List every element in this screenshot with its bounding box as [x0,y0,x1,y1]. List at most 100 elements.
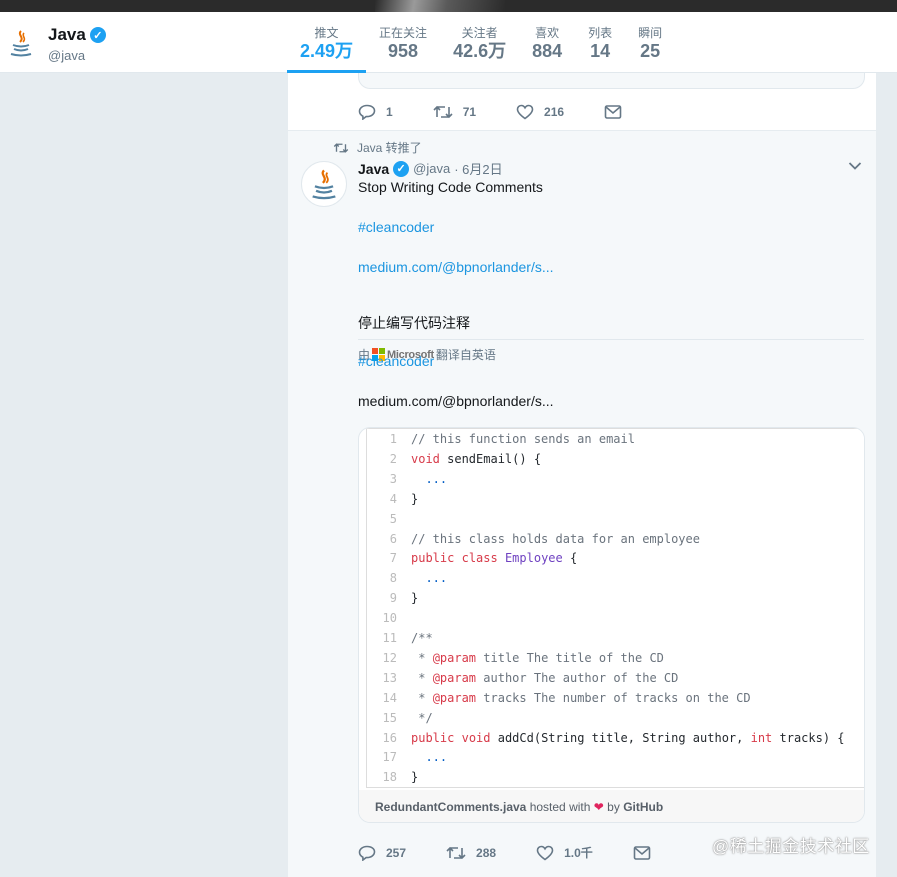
code-line: 14 * @param tracks The number of tracks … [367,688,751,708]
profile-name-text[interactable]: Java [48,25,86,45]
retweet-icon [433,105,453,119]
code-token: Employee [504,551,563,566]
stat-tweets[interactable]: 推文 2.49万 [287,12,367,73]
code-line: 13 * @param author The author of the CD [367,668,679,688]
code-token: title The title of the CD [476,650,664,665]
code-token: * [411,690,433,705]
reply-count: 1 [386,105,393,119]
line-number: 4 [389,491,397,506]
retweet-count: 288 [476,845,497,860]
line-number: 2 [389,451,397,466]
gist-by-text: by [607,800,620,814]
code-line: 9} [367,588,418,608]
code-token: } [411,770,419,785]
code-token: tracks) { [772,730,845,745]
code-token: */ [411,710,433,725]
tweet-actions: 257 288 1.0千 [358,844,701,861]
retweet-count: 71 [462,105,477,119]
line-number: 12 [382,650,397,665]
heart-icon [516,104,534,120]
stat-lists[interactable]: 列表 14 [575,12,625,73]
stat-likes[interactable]: 喜欢 884 [519,12,575,73]
gist-card[interactable]: 1 // this function sends an email 2 void se… [358,427,865,823]
code-line: 3 ... [367,469,447,489]
code-token: } [411,591,419,606]
stat-following[interactable]: 正在关注 958 [366,12,440,73]
like-count: 1.0千 [564,846,593,860]
url-link[interactable]: medium.com/@bpnorlander/s... [358,259,554,275]
translated-hashtag[interactable]: #cleancoder [358,353,434,369]
tweet-date[interactable]: · 6月2日 [454,159,502,178]
stat-label: 关注者 [461,26,498,40]
retweet-context: Java 转推了 [333,139,422,156]
line-number: 11 [382,631,397,645]
like-button[interactable]: 216 [516,104,564,120]
profile-name[interactable]: Java ✓ [48,25,106,45]
retweet-button[interactable]: 71 [433,104,476,120]
line-number: 1 [389,432,397,446]
line-number: 15 [382,710,397,725]
tweet-author-name[interactable]: Java [358,161,389,177]
code-token: int [750,730,773,745]
retweet-context-text[interactable]: Java 转推了 [357,139,422,156]
retweet-small-icon [333,142,349,153]
verified-badge-icon: ✓ [393,160,410,177]
gist-filename[interactable]: RedundantComments.java [375,800,526,814]
chevron-down-icon[interactable] [848,161,862,171]
like-button[interactable]: 1.0千 [536,844,593,861]
java-logo-icon[interactable] [6,28,36,58]
code-token: tracks The number of tracks on the CD [476,690,751,705]
gist-hosted-text: hosted with [529,800,591,814]
retweet-button[interactable]: 288 [446,845,496,861]
code-token: /** [411,631,433,645]
tweet-header: Java ✓ @java · 6月2日 [358,159,503,178]
retweet-icon [446,846,466,859]
line-number: 7 [389,551,397,566]
line-number: 16 [382,730,397,745]
code-line: 18} [367,767,419,787]
reply-button[interactable]: 1 [358,104,393,120]
stat-label: 瞬间 [638,26,663,40]
code-token: public [411,551,455,566]
reply-button[interactable]: 257 [358,845,406,861]
verified-badge-icon: ✓ [89,27,106,43]
translated-url: medium.com/@bpnorlander/s... [358,393,554,409]
code-line: 10 [367,608,411,628]
tweet-author-handle[interactable]: @java [413,161,450,176]
stat-label: 列表 [588,26,613,40]
line-number: 5 [389,511,397,526]
stat-value: 25 [640,41,661,61]
github-link[interactable]: GitHub [623,800,663,814]
code-token: * [411,650,433,665]
translation-divider [358,339,864,340]
line-number: 14 [382,690,397,705]
hashtag-link[interactable]: #cleancoder [358,219,434,235]
envelope-icon [604,105,622,119]
dm-button[interactable] [633,845,661,861]
profile-handle[interactable]: @java [48,48,85,63]
timeline: 1 71 216 Java 转推了 Java ✓ @java · 6月2日 St… [288,73,876,877]
java-logo-icon [312,169,336,200]
code-token: addCd(String title, String author, [490,730,751,745]
stat-value: 884 [532,41,563,61]
reply-icon [358,845,376,861]
line-number: 10 [382,611,397,626]
code-line: 17 ... [367,747,448,767]
code-token: } [411,491,419,506]
tweet-avatar[interactable] [301,161,347,207]
dm-button[interactable] [604,104,632,120]
code-token: ... [411,571,448,586]
line-number: 18 [382,770,397,785]
stat-moments[interactable]: 瞬间 25 [625,12,675,73]
code-line: 12 * @param title The title of the CD [367,648,664,668]
line-number: 17 [382,750,397,765]
previous-card-edge [358,73,865,89]
stat-followers[interactable]: 关注者 42.6万 [440,12,519,73]
code-token: void [411,451,440,466]
stat-value: 2.49万 [300,41,354,61]
code-token: @param [432,690,477,705]
watermark: @稀土掘金技术社区 [712,837,870,856]
code-token: ... [411,750,448,765]
